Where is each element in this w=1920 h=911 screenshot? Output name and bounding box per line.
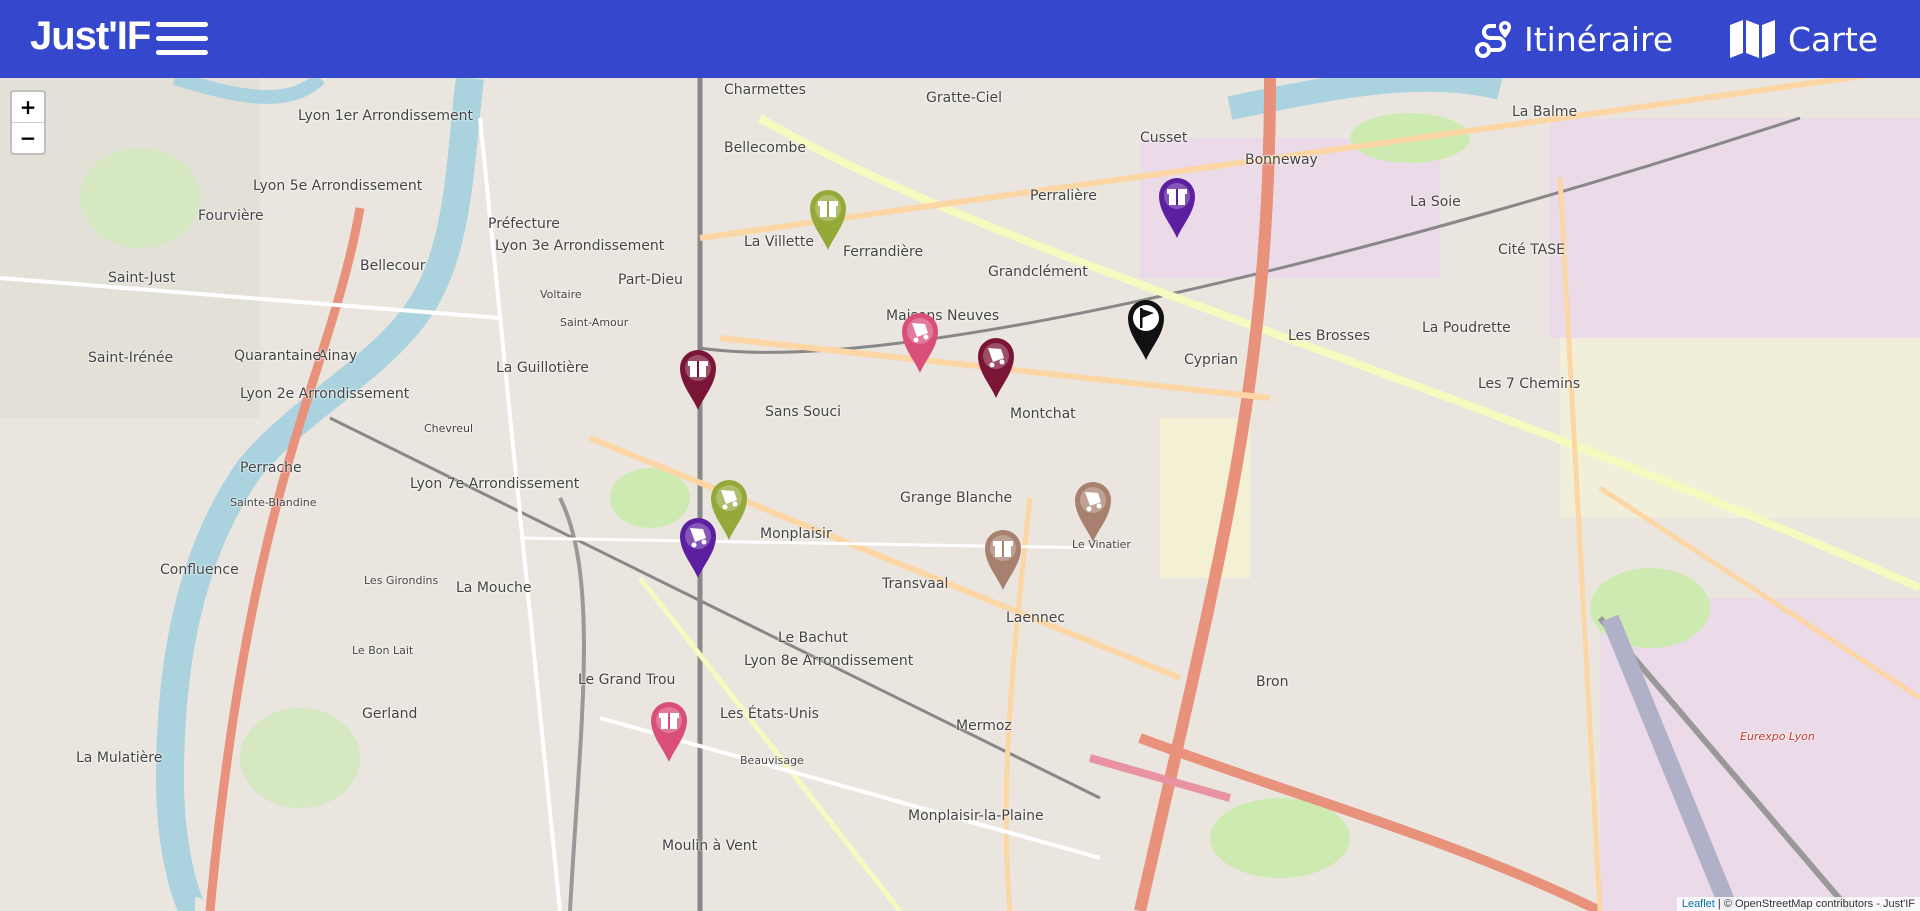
map-label: Lyon 7e Arrondissement <box>410 476 580 492</box>
map-label: Préfecture <box>488 216 560 232</box>
map-attribution: Leaflet | © OpenStreetMap contributors -… <box>1676 897 1920 911</box>
zoom-control: + − <box>10 90 46 155</box>
map-label: La Balme <box>1512 104 1578 120</box>
map-label: Chevreul <box>424 422 474 435</box>
gift-marker-icon[interactable] <box>983 528 1023 592</box>
map-label: Lyon 1er Arrondissement <box>298 108 473 124</box>
map-label: Saint-Irénée <box>88 350 174 366</box>
map-label: Monplaisir-la-Plaine <box>908 808 1044 824</box>
map-label: Charmettes <box>724 82 806 98</box>
map-label: Beauvisage <box>740 754 804 767</box>
map-label: Le Bachut <box>778 630 848 646</box>
map-label: Lyon 8e Arrondissement <box>744 653 914 669</box>
map-label: Cité TASE <box>1498 242 1565 258</box>
map-label: La Poudrette <box>1422 320 1511 336</box>
cart-marker-icon[interactable] <box>678 516 718 580</box>
map-label: Le Bon Lait <box>352 644 414 657</box>
route-icon <box>1475 21 1511 58</box>
nav-carte[interactable]: Carte <box>1728 16 1878 62</box>
map-label: Grandclément <box>988 264 1088 280</box>
map-label: Saint-Just <box>108 270 176 286</box>
map-label: Ferrandière <box>843 244 924 260</box>
nav-carte-label: Carte <box>1788 19 1879 59</box>
map-label: Bron <box>1256 674 1289 690</box>
map-label: Gratte-Ciel <box>926 90 1002 106</box>
gift-marker-icon[interactable] <box>1157 176 1197 240</box>
nav-itineraire-label: Itinéraire <box>1524 19 1674 59</box>
gift-marker-icon[interactable] <box>808 188 848 252</box>
cart-marker-icon[interactable] <box>1073 480 1113 544</box>
cart-marker-icon[interactable] <box>976 336 1016 400</box>
map-label: Les 7 Chemins <box>1478 376 1581 392</box>
map-label: Perralière <box>1030 188 1097 204</box>
map-label: Quarantaine <box>234 348 322 364</box>
map-label: La Villette <box>744 234 814 250</box>
gift-marker-icon[interactable] <box>678 348 718 412</box>
map-label: Eurexpo Lyon <box>1740 730 1815 743</box>
map-label: Mermoz <box>956 718 1012 734</box>
brand-logo[interactable]: Just'IF <box>30 14 151 59</box>
attribution-text: | © OpenStreetMap contributors - Just'IF <box>1714 898 1915 910</box>
map-label: Les États-Unis <box>720 706 819 722</box>
map-label: Les Girondins <box>364 574 439 587</box>
map-label: Bellecour <box>360 258 426 274</box>
hamburger-menu-icon[interactable] <box>156 20 208 58</box>
nav-itineraire[interactable]: Itinéraire <box>1474 16 1673 62</box>
app-header: Just'IF Itinéraire Carte <box>0 0 1920 78</box>
map-label: Lyon 2e Arrondissement <box>240 386 410 402</box>
map-label: Perrache <box>240 460 302 476</box>
zoom-in-button[interactable]: + <box>12 92 44 123</box>
map-label: La Mulatière <box>76 750 163 766</box>
map-label: La Guillotière <box>496 360 589 376</box>
map-label: Bellecombe <box>724 140 807 156</box>
zoom-out-button[interactable]: − <box>12 123 44 153</box>
map-label: Confluence <box>160 562 239 578</box>
map-label: Lyon 3e Arrondissement <box>495 238 665 254</box>
flag-marker-icon[interactable] <box>1126 298 1166 362</box>
map-view[interactable]: Lyon 1er Arrondissement Lyon 5e Arrondis… <box>0 78 1920 911</box>
map-label: Monplaisir <box>760 526 832 542</box>
leaflet-link[interactable]: Leaflet <box>1682 898 1715 910</box>
map-label: Ainay <box>318 348 358 364</box>
map-label: Transvaal <box>882 576 949 592</box>
map-label: Cusset <box>1140 130 1188 146</box>
map-label: Grange Blanche <box>900 490 1013 506</box>
map-label: Gerland <box>362 706 418 722</box>
map-label: Saint-Amour <box>560 316 629 329</box>
map-label: Part-Dieu <box>618 272 683 288</box>
map-label: Cyprian <box>1184 352 1239 368</box>
map-label: La Soie <box>1410 194 1461 210</box>
map-label: Montchat <box>1010 406 1076 422</box>
map-icon <box>1730 20 1775 58</box>
map-label: Le Grand Trou <box>578 672 676 688</box>
map-label: Bonneway <box>1245 152 1318 168</box>
map-label: La Mouche <box>456 580 532 596</box>
map-label: Moulin à Vent <box>662 838 758 854</box>
map-label: Fourvière <box>198 208 264 224</box>
map-label: Sans Souci <box>765 404 841 420</box>
cart-marker-icon[interactable] <box>900 311 940 375</box>
map-label: Lyon 5e Arrondissement <box>253 178 423 194</box>
gift-marker-icon[interactable] <box>649 700 689 764</box>
map-label: Les Brosses <box>1288 328 1371 344</box>
map-label: Voltaire <box>540 288 582 301</box>
map-label: Sainte-Blandine <box>230 496 317 509</box>
map-label: Laennec <box>1006 610 1066 626</box>
